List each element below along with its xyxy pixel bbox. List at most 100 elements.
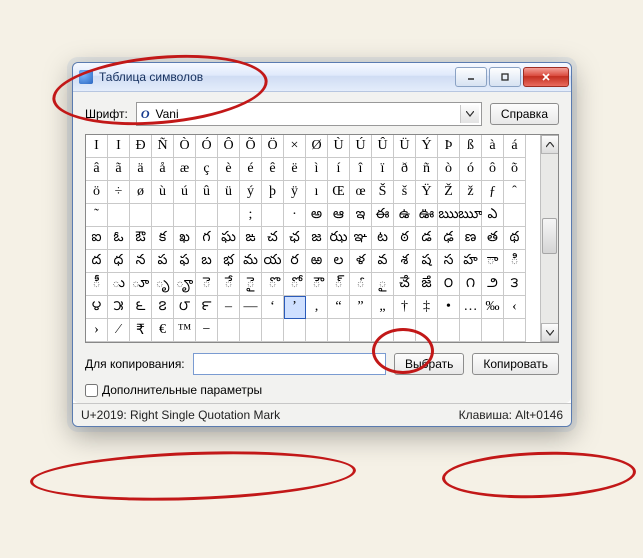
grid-cell[interactable]: ఔ xyxy=(130,227,152,250)
grid-cell[interactable]: శ xyxy=(394,250,416,273)
grid-cell[interactable]: Ò xyxy=(174,135,196,158)
grid-cell[interactable] xyxy=(130,204,152,227)
close-button[interactable] xyxy=(523,67,569,87)
character-grid[interactable]: IIĐÑÒÓÔÕÖ×ØÙÚÛÜÝÞßàáâãäåæçèéêëìíîïðñòóôõ… xyxy=(86,135,540,342)
grid-cell[interactable]: ౦ xyxy=(438,273,460,296)
grid-cell[interactable]: ó xyxy=(460,158,482,181)
grid-cell[interactable]: ß xyxy=(460,135,482,158)
grid-cell[interactable]: ఙ xyxy=(240,227,262,250)
grid-cell[interactable]: య xyxy=(262,250,284,273)
grid-cell[interactable]: ù xyxy=(152,181,174,204)
grid-cell[interactable]: ౄ xyxy=(174,273,196,296)
grid-cell[interactable]: ఎ xyxy=(482,204,504,227)
grid-cell[interactable]: ౪ xyxy=(86,296,108,319)
grid-cell[interactable]: ీ xyxy=(86,273,108,296)
grid-cell[interactable]: డ xyxy=(416,227,438,250)
grid-cell[interactable]: › xyxy=(86,319,108,342)
grid-cell[interactable]: ఉ xyxy=(394,204,416,227)
grid-cell[interactable]: ఫ xyxy=(174,250,196,273)
grid-cell[interactable]: ‡ xyxy=(416,296,438,319)
grid-cell[interactable]: భ xyxy=(218,250,240,273)
grid-cell[interactable]: ొ xyxy=(262,273,284,296)
grid-cell[interactable]: త xyxy=(482,227,504,250)
grid-cell[interactable]: ౯ xyxy=(196,296,218,319)
grid-cell[interactable] xyxy=(460,319,482,342)
grid-cell[interactable]: ఈ xyxy=(372,204,394,227)
grid-cell[interactable]: ø xyxy=(130,181,152,204)
grid-cell[interactable]: ఢ xyxy=(438,227,460,250)
select-button[interactable]: Выбрать xyxy=(394,353,464,375)
grid-cell[interactable]: థ xyxy=(504,227,526,250)
grid-cell[interactable]: I xyxy=(86,135,108,158)
grid-cell[interactable]: ô xyxy=(482,158,504,181)
grid-cell[interactable]: ల xyxy=(328,250,350,273)
grid-cell[interactable]: × xyxy=(284,135,306,158)
grid-cell[interactable]: ä xyxy=(130,158,152,181)
grid-cell[interactable] xyxy=(372,319,394,342)
grid-cell[interactable] xyxy=(306,319,328,342)
grid-cell[interactable]: ై xyxy=(240,273,262,296)
grid-cell[interactable]: ష xyxy=(416,250,438,273)
font-select[interactable]: O Vani xyxy=(136,102,482,126)
grid-cell[interactable]: Ž xyxy=(438,181,460,204)
grid-cell[interactable]: þ xyxy=(262,181,284,204)
grid-cell[interactable]: ట xyxy=(372,227,394,250)
grid-cell[interactable]: ఱ xyxy=(306,250,328,273)
grid-cell[interactable]: Ü xyxy=(394,135,416,158)
grid-cell[interactable]: ప xyxy=(152,250,174,273)
grid-cell[interactable]: ’ xyxy=(284,296,306,319)
grid-cell[interactable]: ౧ xyxy=(460,273,482,296)
grid-cell[interactable]: ౮ xyxy=(174,296,196,319)
grid-cell[interactable]: ‚ xyxy=(306,296,328,319)
scroll-thumb[interactable] xyxy=(542,218,557,254)
grid-cell[interactable]: ె xyxy=(196,273,218,296)
grid-cell[interactable]: ఐ xyxy=(86,227,108,250)
grid-cell[interactable] xyxy=(438,319,460,342)
grid-cell[interactable]: ౕ xyxy=(350,273,372,296)
grid-cell[interactable]: Ö xyxy=(262,135,284,158)
grid-cell[interactable]: హ xyxy=(460,250,482,273)
grid-cell[interactable]: ı xyxy=(306,181,328,204)
grid-cell[interactable]: చ xyxy=(262,227,284,250)
grid-cell[interactable]: ఊ xyxy=(416,204,438,227)
grid-cell[interactable]: ₹ xyxy=(130,319,152,342)
grid-cell[interactable]: ÿ xyxy=(284,181,306,204)
grid-cell[interactable]: î xyxy=(350,158,372,181)
grid-cell[interactable]: ý xyxy=(240,181,262,204)
scroll-down-button[interactable] xyxy=(541,323,558,342)
grid-cell[interactable]: ç xyxy=(196,158,218,181)
grid-cell[interactable]: ౌ xyxy=(306,273,328,296)
advanced-checkbox[interactable] xyxy=(85,384,98,397)
grid-cell[interactable]: బ xyxy=(196,250,218,273)
grid-cell[interactable]: … xyxy=(460,296,482,319)
grid-cell[interactable]: ౫ xyxy=(108,296,130,319)
grid-cell[interactable]: ã xyxy=(108,158,130,181)
chevron-down-icon[interactable] xyxy=(460,105,479,123)
grid-cell[interactable]: ౙ xyxy=(416,273,438,296)
grid-cell[interactable]: ఛ xyxy=(284,227,306,250)
grid-cell[interactable]: న xyxy=(130,250,152,273)
grid-cell[interactable]: ” xyxy=(350,296,372,319)
grid-cell[interactable]: ఋ xyxy=(438,204,460,227)
grid-cell[interactable]: ధ xyxy=(108,250,130,273)
grid-cell[interactable]: ా xyxy=(482,250,504,273)
grid-cell[interactable]: Û xyxy=(372,135,394,158)
grid-cell[interactable]: Ó xyxy=(196,135,218,158)
grid-cell[interactable] xyxy=(108,204,130,227)
grid-cell[interactable]: è xyxy=(218,158,240,181)
grid-cell[interactable]: Š xyxy=(372,181,394,204)
grid-cell[interactable]: ళ xyxy=(350,250,372,273)
grid-cell[interactable]: ఖ xyxy=(174,227,196,250)
grid-cell[interactable] xyxy=(504,204,526,227)
grid-cell[interactable]: − xyxy=(196,319,218,342)
grid-cell[interactable]: Œ xyxy=(328,181,350,204)
grid-cell[interactable] xyxy=(504,319,526,342)
grid-cell[interactable]: â xyxy=(86,158,108,181)
grid-cell[interactable]: • xyxy=(438,296,460,319)
grid-cell[interactable]: ⁄ xyxy=(108,319,130,342)
grid-cell[interactable]: Ø xyxy=(306,135,328,158)
scrollbar[interactable] xyxy=(540,135,558,342)
grid-cell[interactable] xyxy=(262,319,284,342)
grid-cell[interactable]: ో xyxy=(284,273,306,296)
grid-cell[interactable] xyxy=(240,319,262,342)
